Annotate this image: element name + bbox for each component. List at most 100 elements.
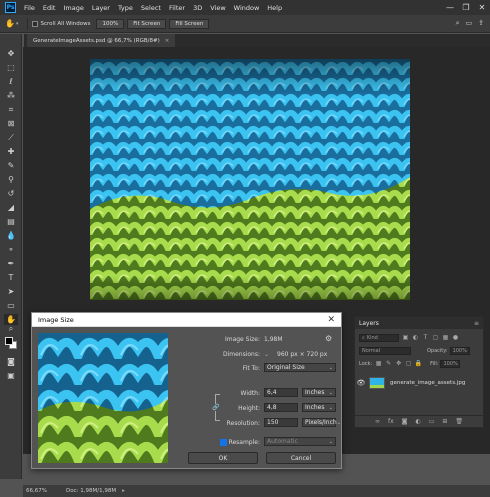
filter-shape-icon[interactable]: ▢ [432,334,439,341]
filter-type-icon[interactable]: T [422,334,429,341]
pen-tool-icon[interactable]: ✒ [4,258,18,269]
menu-3d[interactable]: 3D [189,4,206,12]
menu-file[interactable]: File [20,4,39,12]
window-controls: — ❐ ✕ [442,0,490,15]
quick-mask-icon[interactable]: ◙ [4,356,18,367]
filter-smart-object-icon[interactable]: ▦ [442,334,449,341]
search-icon[interactable]: ⌕ [456,19,460,28]
healing-brush-tool-icon[interactable]: ✚ [4,146,18,157]
scroll-all-windows-option[interactable]: Scroll All Windows [31,20,90,27]
marquee-tool-icon[interactable]: ⬚ [4,62,18,73]
clone-stamp-tool-icon[interactable]: ⚲ [4,174,18,185]
layer-row[interactable]: 👁 generate_image_assets.jpg [355,373,483,393]
hand-tool-preset-icon[interactable]: ✋ [4,18,16,30]
scroll-all-windows-checkbox[interactable] [31,20,38,27]
delete-layer-icon[interactable]: 🗑 [455,418,463,425]
gradient-tool-icon[interactable]: ▤ [4,216,18,227]
height-unit-select[interactable]: Inches ⌄ [302,403,336,412]
lock-transparent-icon[interactable]: ▦ [375,360,382,367]
foreground-color-swatch[interactable] [5,337,13,345]
lasso-tool-icon[interactable]: ℓ [4,76,18,87]
dodge-tool-icon[interactable]: ⚬ [4,244,18,255]
zoom-tool-icon[interactable]: ⌕ [4,323,18,334]
opacity-field[interactable]: 100% [449,346,470,355]
blur-tool-icon[interactable]: 💧 [4,230,18,241]
lock-artboard-icon[interactable]: ▢ [405,360,412,367]
move-tool-icon[interactable]: ✥ [4,48,18,59]
filter-pixel-icon[interactable]: ▣ [402,334,409,341]
fill-field[interactable]: 100% [440,359,461,368]
height-input[interactable]: 4,8 [264,403,298,412]
layers-tab[interactable]: Layers [359,320,379,327]
maximize-button[interactable]: ❐ [458,0,474,15]
dialog-titlebar[interactable]: Image Size ✕ [32,313,341,327]
width-input[interactable]: 6,4 [264,388,298,397]
lock-position-icon[interactable]: ✥ [395,360,402,367]
layer-name[interactable]: generate_image_assets.jpg [390,380,465,386]
filter-toggle-icon[interactable]: ● [452,334,459,341]
frame-tool-icon[interactable]: ⊠ [4,118,18,129]
minimize-button[interactable]: — [442,0,458,15]
new-group-icon[interactable]: ▭ [429,418,435,425]
panel-menu-icon[interactable]: ≡ [474,320,479,327]
eraser-tool-icon[interactable]: ◢ [4,202,18,213]
color-swatches[interactable] [0,337,22,351]
resample-select[interactable]: Automatic ⌄ [264,437,336,446]
link-layers-icon[interactable]: ∞ [375,418,380,425]
fit-screen-button[interactable]: Fit Screen [127,18,167,29]
layer-style-icon[interactable]: fx [388,418,394,425]
preset-dropdown-icon[interactable]: ▾ [16,21,19,27]
crop-tool-icon[interactable]: ⌗ [4,104,18,115]
fill-screen-button[interactable]: Fill Screen [169,18,210,29]
share-icon[interactable]: ⇪ [478,19,484,28]
type-tool-icon[interactable]: T [4,272,18,283]
lock-image-icon[interactable]: ✎ [385,360,392,367]
ok-button[interactable]: OK [188,452,258,464]
menu-image[interactable]: Image [59,4,87,12]
eyedropper-tool-icon[interactable]: ⟋ [4,132,18,143]
screen-mode-icon[interactable]: ▣ [4,370,18,381]
path-selection-tool-icon[interactable]: ➤ [4,286,18,297]
workspace-icon[interactable]: ▭ [466,19,473,28]
menu-edit[interactable]: Edit [39,4,60,12]
document-tab[interactable]: GenerateImageAssets.psd @ 66,7% (RGB/8#)… [27,34,176,47]
gear-icon[interactable]: ⚙ [325,334,332,343]
layer-kind-filter[interactable]: ⌕ Kind [359,333,399,342]
chevron-down-icon: ⌄ [328,389,333,396]
image-preview[interactable] [38,333,168,463]
menu-select[interactable]: Select [137,4,165,12]
menu-help[interactable]: Help [263,4,286,12]
menu-window[interactable]: Window [230,4,264,12]
visibility-eye-icon[interactable]: 👁 [355,379,367,387]
knitted-yarn-image [90,59,410,300]
fit-to-select[interactable]: Original Size ⌄ [264,363,336,372]
filter-adjustment-icon[interactable]: ◐ [412,334,419,341]
status-menu-icon[interactable]: ▸ [122,488,125,494]
zoom-level[interactable]: 66,67% [26,488,56,494]
quick-selection-tool-icon[interactable]: ⁂ [4,90,18,101]
menu-layer[interactable]: Layer [88,4,114,12]
close-window-button[interactable]: ✕ [474,0,490,15]
rectangle-tool-icon[interactable]: ▭ [4,300,18,311]
resolution-input[interactable]: 150 [264,418,298,427]
brush-tool-icon[interactable]: ✎ [4,160,18,171]
adjustment-layer-icon[interactable]: ◐ [415,418,420,425]
blend-mode-select[interactable]: Normal [359,346,411,355]
menu-view[interactable]: View [206,4,229,12]
document-image[interactable] [90,59,410,300]
cancel-button[interactable]: Cancel [266,452,336,464]
lock-all-icon[interactable]: 🔒 [415,360,422,367]
menu-filter[interactable]: Filter [165,4,189,12]
dialog-close-icon[interactable]: ✕ [327,315,335,325]
add-mask-icon[interactable]: ◙ [402,418,408,425]
menu-type[interactable]: Type [114,4,137,12]
new-layer-icon[interactable]: ⊞ [442,418,447,425]
width-unit-select[interactable]: Inches ⌄ [302,388,336,397]
dimensions-dropdown-icon[interactable]: ⌄ [264,351,269,358]
layer-thumbnail [369,377,385,389]
resolution-unit-select[interactable]: Pixels/Inch ⌄ [302,418,341,427]
history-brush-tool-icon[interactable]: ↺ [4,188,18,199]
zoom-100-button[interactable]: 100% [96,18,125,29]
close-tab-icon[interactable]: × [165,38,170,44]
resample-label: Resample: [228,439,260,446]
